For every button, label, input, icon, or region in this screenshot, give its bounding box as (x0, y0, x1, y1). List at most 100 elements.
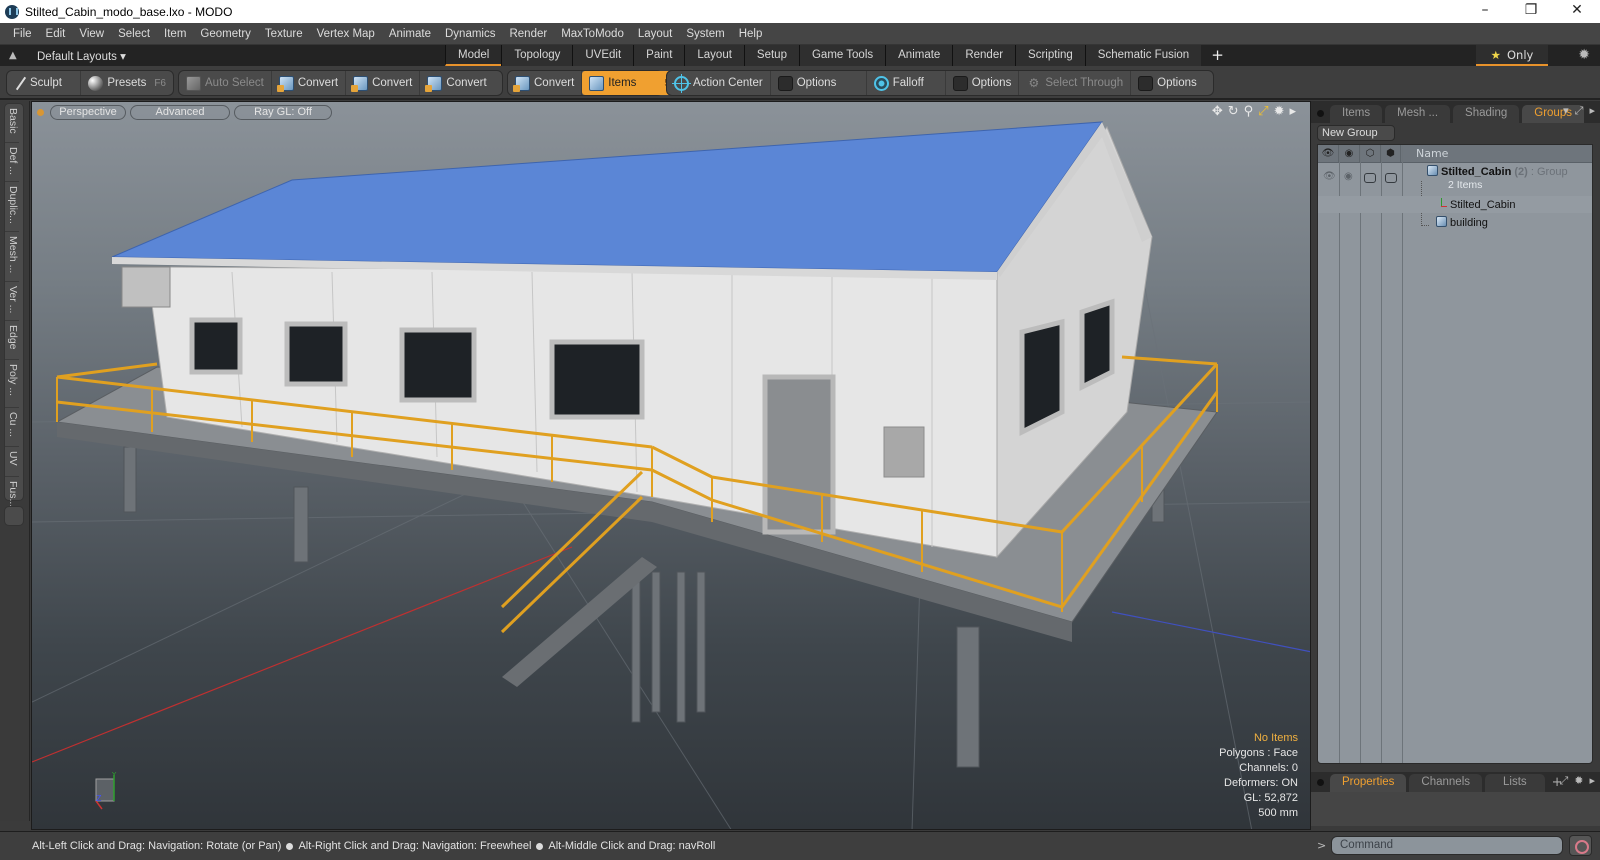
panel-settings-icon[interactable]: ✹ (1574, 774, 1583, 788)
sculpt-button[interactable]: Sculpt (7, 71, 82, 95)
menu-layout[interactable]: Layout (631, 28, 680, 40)
expand-arrow-icon[interactable]: ▸ (1289, 104, 1296, 119)
lock-toggle[interactable] (1364, 173, 1376, 183)
shading-dropdown[interactable]: Advanced (130, 104, 230, 120)
viewport-3d[interactable]: Perspective Advanced Ray GL: Off ✥ ↻ ⚲ ⤢… (31, 101, 1311, 830)
view-mode-dropdown[interactable]: Perspective (50, 104, 126, 120)
select-toggle[interactable] (1385, 173, 1397, 183)
record-macro-button[interactable] (1569, 835, 1592, 856)
tooltab-deform[interactable]: Def ... (5, 143, 19, 182)
maximize-panel-icon[interactable]: ⤢ (1559, 774, 1568, 788)
group-member-row[interactable]: Stilted_Cabin (1318, 196, 1592, 213)
new-group-button[interactable]: New Group (1317, 125, 1395, 141)
menu-file[interactable]: File (6, 28, 39, 40)
tab-uvedit[interactable]: UVEdit (572, 45, 634, 66)
raygl-dropdown[interactable]: Ray GL: Off (234, 104, 332, 120)
menu-animate[interactable]: Animate (382, 28, 438, 40)
menu-edit[interactable]: Edit (39, 28, 73, 40)
menu-select[interactable]: Select (111, 28, 157, 40)
presets-button[interactable]: Presets F6 (81, 71, 173, 95)
convert-button-1[interactable]: Convert (272, 71, 347, 95)
falloff-button[interactable]: Falloff (867, 71, 946, 95)
tab-schematic-fusion[interactable]: Schematic Fusion (1084, 45, 1202, 66)
tab-shading[interactable]: Shading (1453, 105, 1520, 123)
group-row[interactable]: 👁 ◉ Stilted_Cabin (2) : Group 2 Items (1318, 164, 1592, 194)
tab-lists[interactable]: Lists (1485, 774, 1545, 792)
command-input[interactable]: Command (1331, 836, 1563, 855)
convert-button-3[interactable]: Convert (420, 71, 493, 95)
tab-mesh[interactable]: Mesh ... (1385, 105, 1451, 123)
maximize-icon[interactable]: ⤢ (1258, 104, 1268, 119)
action-center-options-button[interactable]: Options (771, 71, 867, 95)
tab-scripting[interactable]: Scripting (1015, 45, 1085, 66)
tooltab-mesh[interactable]: Mesh ... (5, 232, 19, 282)
groups-table: 👁 ◉ ⬡ ⬢ Name 👁 ◉ Stilted_Cabin (2) : Gro… (1317, 144, 1593, 764)
menu-maxtomodo[interactable]: MaxToModo (554, 28, 631, 40)
tooltab-edge[interactable]: Edge (5, 321, 19, 360)
tab-paint[interactable]: Paint (633, 45, 685, 66)
convert-button-2[interactable]: Convert (346, 71, 421, 95)
tab-render[interactable]: Render (952, 45, 1016, 66)
panel-arrow-icon[interactable]: ▸ (1589, 104, 1595, 118)
tab-topology[interactable]: Topology (501, 45, 573, 66)
minimize-button[interactable]: – (1462, 0, 1508, 23)
tab-channels[interactable]: Channels (1409, 774, 1483, 792)
rotate-icon[interactable]: ↻ (1228, 104, 1239, 119)
tab-properties[interactable]: Properties (1330, 774, 1407, 792)
tooltab-duplicate[interactable]: Duplic... (5, 182, 19, 232)
select-through-button[interactable]: ⚙ Select Through (1019, 71, 1132, 95)
tab-dropdown-icon[interactable]: ▾ (1563, 104, 1569, 118)
auto-select-button[interactable]: Auto Select (179, 71, 272, 95)
falloff-icon (873, 75, 889, 91)
tooltab-basic[interactable]: Basic (5, 104, 19, 143)
render-column-icon[interactable]: ◉ (1339, 145, 1360, 162)
zoom-icon[interactable]: ⚲ (1244, 104, 1254, 119)
tab-layout[interactable]: Layout (684, 45, 744, 66)
action-center-button[interactable]: Action Center (667, 71, 771, 95)
group-member-row[interactable]: building (1318, 214, 1592, 231)
menu-dynamics[interactable]: Dynamics (438, 28, 502, 40)
add-tab-button[interactable]: + (1201, 45, 1234, 66)
convert-button-4[interactable]: Convert (508, 71, 583, 95)
menu-item[interactable]: Item (157, 28, 193, 40)
pan-icon[interactable]: ✥ (1212, 104, 1223, 119)
collapse-up-icon[interactable]: ▲ (9, 50, 23, 61)
render-toggle-icon[interactable]: ◉ (1344, 171, 1353, 182)
menu-texture[interactable]: Texture (258, 28, 310, 40)
name-column-header[interactable]: Name (1401, 145, 1448, 162)
viewport-menu-dot[interactable] (37, 108, 44, 116)
panel-arrow-icon[interactable]: ▸ (1589, 774, 1595, 788)
lock-column-icon[interactable]: ⬡ (1360, 145, 1381, 162)
select-column-icon[interactable]: ⬢ (1381, 145, 1401, 162)
panel-menu-dot[interactable] (1317, 110, 1324, 117)
tooltab-extra[interactable] (4, 506, 24, 526)
visibility-toggle-icon[interactable]: 👁 (1323, 171, 1336, 182)
restore-button[interactable]: ❐ (1508, 0, 1554, 23)
close-button[interactable]: ✕ (1554, 0, 1600, 23)
tab-model[interactable]: Model (445, 45, 502, 66)
menu-vertex-map[interactable]: Vertex Map (310, 28, 382, 40)
menu-geometry[interactable]: Geometry (193, 28, 258, 40)
tooltab-curve[interactable]: Cu ... (5, 408, 19, 447)
gear-icon[interactable]: ✹ (1578, 45, 1590, 66)
tooltab-vertex[interactable]: Ver ... (5, 282, 19, 321)
tab-game-tools[interactable]: Game Tools (798, 45, 886, 66)
maximize-panel-icon[interactable]: ⤢ (1575, 104, 1584, 118)
tab-setup[interactable]: Setup (743, 45, 799, 66)
menu-system[interactable]: System (679, 28, 731, 40)
menu-view[interactable]: View (72, 28, 111, 40)
select-through-options-button[interactable]: Options (1131, 71, 1204, 95)
menu-render[interactable]: Render (502, 28, 554, 40)
tooltab-uv[interactable]: UV (5, 447, 19, 477)
tab-animate[interactable]: Animate (885, 45, 953, 66)
viewport-settings-icon[interactable]: ✹ (1274, 104, 1285, 119)
default-layouts-dropdown[interactable]: Default Layouts ▾ (37, 49, 126, 63)
items-mode-button[interactable]: Items5 (582, 71, 677, 95)
visibility-column-icon[interactable]: 👁 (1318, 145, 1339, 162)
menu-help[interactable]: Help (732, 28, 770, 40)
panel-menu-dot[interactable] (1317, 779, 1324, 786)
only-toggle[interactable]: ★ Only (1476, 45, 1548, 66)
tab-items[interactable]: Items (1330, 105, 1383, 123)
tooltab-polygon[interactable]: Poly ... (5, 360, 19, 408)
falloff-options-button[interactable]: Options (946, 71, 1020, 95)
